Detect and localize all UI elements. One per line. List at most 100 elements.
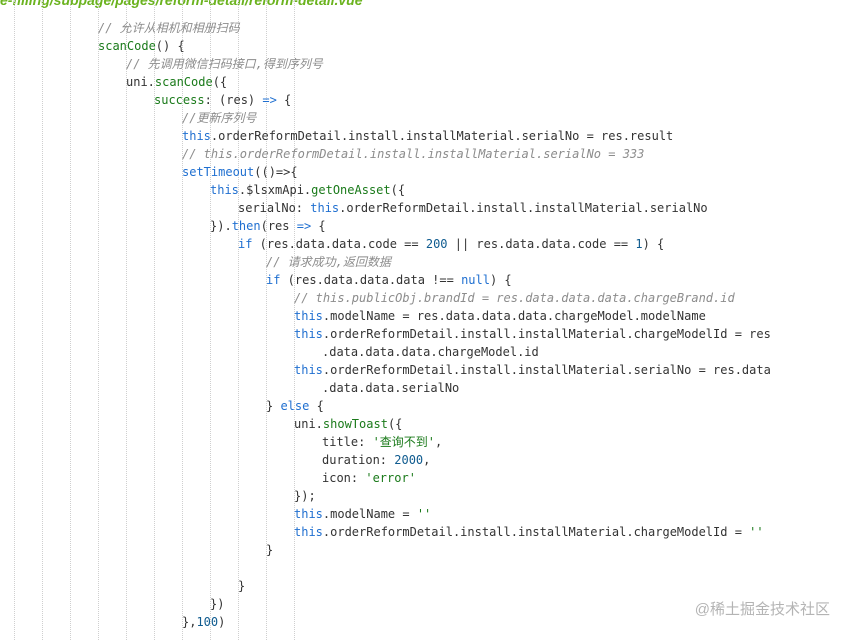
code-token: }, [182, 615, 197, 629]
code-token: '' [749, 525, 764, 539]
code-token: .orderReformDetail.install.installMateri… [322, 363, 771, 377]
code-token: this [310, 201, 340, 215]
code-line: },100) [182, 613, 225, 631]
code-token: null [461, 273, 490, 287]
code-token: } [238, 579, 246, 593]
code-token: () { [155, 39, 185, 53]
code-line: this.$lsxmApi.getOneAsset({ [210, 181, 405, 199]
code-token: .$lsxmApi. [238, 183, 312, 197]
code-token: // 先调用微信扫码接口,得到序列号 [126, 57, 323, 71]
code-token: //更新序列号 [182, 111, 257, 125]
code-line: this.orderReformDetail.install.installMa… [294, 361, 771, 379]
indent-guide [98, 0, 99, 640]
code-token: ({ [390, 183, 406, 197]
code-token: if [238, 237, 253, 251]
code-line: uni.showToast({ [294, 415, 402, 433]
code-token: 2000 [394, 453, 424, 467]
code-token: 1 [635, 237, 643, 251]
code-token: this [210, 183, 239, 197]
code-token: { [309, 399, 324, 413]
code-token: this [182, 129, 211, 143]
code-token: .orderReformDetail.install.installMateri… [322, 525, 750, 539]
code-line: if (res.data.data.code == 200 || res.dat… [238, 235, 664, 253]
code-line: this.orderReformDetail.install.installMa… [182, 127, 673, 145]
code-token: // this.orderReformDetail.install.instal… [182, 147, 645, 161]
code-editor[interactable]: e-filling/subpage/pages/reform-detail/re… [0, 0, 848, 640]
code-token: icon: [322, 471, 366, 485]
code-line: } [238, 577, 245, 595]
indent-guide [42, 0, 43, 640]
code-line: .data.data.serialNo [322, 379, 459, 397]
code-token: }) [210, 597, 225, 611]
code-token: ({ [212, 75, 228, 89]
code-token: this [294, 363, 323, 377]
code-token: { [276, 93, 292, 107]
code-token: }). [210, 219, 232, 233]
code-line: // this.orderReformDetail.install.instal… [182, 145, 644, 163]
code-token: .orderReformDetail.install.installMateri… [210, 129, 674, 143]
code-token: ) { [642, 237, 665, 251]
code-token: : (res) [204, 93, 263, 107]
code-token: .modelName = res.data.data.data.chargeMo… [322, 309, 706, 323]
code-line: // 请求成功,返回数据 [266, 253, 391, 271]
code-token: (res.data.data.data !== [280, 273, 462, 287]
code-line: this.modelName = res.data.data.data.char… [294, 307, 706, 325]
code-token: getOneAsset [311, 183, 391, 197]
code-line: if (res.data.data.data !== null) { [266, 271, 512, 289]
code-token: then [231, 219, 261, 233]
code-token: ({ [387, 417, 403, 431]
code-line: // this.publicObj.brandId = res.data.dat… [294, 289, 735, 307]
code-token: (()=>{ [254, 165, 298, 179]
code-token: duration: [322, 453, 395, 467]
code-line: this.orderReformDetail.install.installMa… [294, 325, 771, 343]
code-token: } [266, 399, 281, 413]
indent-guide [14, 0, 15, 640]
code-token: showToast [322, 417, 388, 431]
code-token: .data.data.serialNo [322, 381, 460, 395]
code-token: ) [218, 615, 226, 629]
code-token: success [154, 93, 205, 107]
code-line: // 允许从相机和相册扫码 [98, 19, 240, 37]
indent-guide [70, 0, 71, 640]
code-token: 100 [196, 615, 219, 629]
code-token: ) { [489, 273, 512, 287]
code-line: // 先调用微信扫码接口,得到序列号 [126, 55, 323, 73]
code-token: uni. [126, 75, 155, 89]
code-token: setTimeout [182, 165, 255, 179]
code-token: .orderReformDetail.install.installMateri… [339, 201, 708, 215]
code-token: .orderReformDetail.install.installMateri… [322, 327, 771, 341]
code-token: this [294, 327, 323, 341]
code-token: => [262, 93, 277, 107]
code-token: 200 [425, 237, 448, 251]
code-line: title: '查询不到', [322, 433, 442, 451]
code-line: serialNo: this.orderReformDetail.install… [238, 199, 708, 217]
code-token: // 允许从相机和相册扫码 [98, 21, 240, 35]
code-line: }) [210, 595, 224, 613]
code-token: || res.data.data.code == [447, 237, 636, 251]
code-token: , [435, 435, 443, 449]
code-token: uni. [294, 417, 323, 431]
code-token: if [266, 273, 281, 287]
code-token: title: [322, 435, 373, 449]
code-token: this [294, 525, 323, 539]
code-token: , [423, 453, 431, 467]
code-token: else [280, 399, 310, 413]
code-token: => [296, 219, 312, 233]
code-token: // 请求成功,返回数据 [266, 255, 391, 269]
code-token: this [294, 507, 323, 521]
code-line: icon: 'error' [322, 469, 416, 487]
code-line: setTimeout(()=>{ [182, 163, 298, 181]
code-token: '查询不到' [372, 435, 436, 449]
code-line: } [266, 541, 273, 559]
code-token: 'error' [365, 471, 416, 485]
code-token: // this.publicObj.brandId = res.data.dat… [294, 291, 735, 305]
code-line: } else { [266, 397, 324, 415]
code-token: scanCode [154, 75, 213, 89]
code-token: } [266, 543, 274, 557]
code-line: this.orderReformDetail.install.installMa… [294, 523, 764, 541]
code-token: .data.data.data.chargeModel.id [322, 345, 539, 359]
code-line: uni.scanCode({ [126, 73, 227, 91]
code-token: (res.data.data.code == [252, 237, 426, 251]
code-token: '' [416, 507, 432, 521]
code-line: success: (res) => { [154, 91, 291, 109]
